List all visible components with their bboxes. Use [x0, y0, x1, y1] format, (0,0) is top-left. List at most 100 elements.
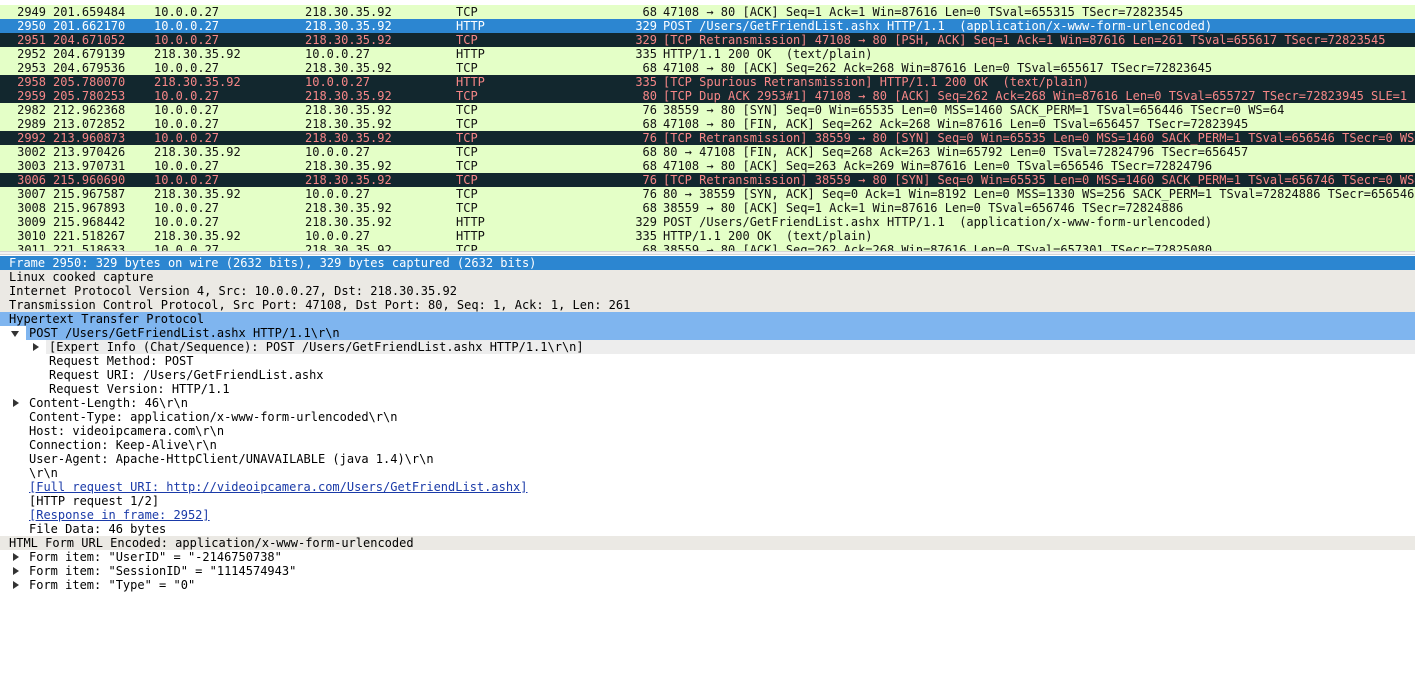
tree-item-content-type[interactable]: Content-Type: application/x-www-form-url… [0, 410, 1415, 424]
packet-info: 47108 → 80 [ACK] Seq=1 Ack=1 Win=87616 L… [663, 5, 1184, 19]
tree-item-label: Form item: "SessionID" = "1114574943" [29, 564, 297, 578]
packet-protocol: TCP [456, 33, 478, 47]
packet-time: 204.671052 [53, 33, 126, 47]
tree-item-connection[interactable]: Connection: Keep-Alive\r\n [0, 438, 1415, 452]
packet-row[interactable]: 3010 221.518267 218.30.35.92 10.0.0.27 HTTP 3… [0, 229, 1415, 243]
packet-length: 68 [642, 243, 657, 251]
tree-item-label: Frame 2950: 329 bytes on wire (2632 bits… [9, 256, 537, 270]
tree-item-ip[interactable]: Internet Protocol Version 4, Src: 10.0.0… [0, 284, 1415, 298]
packet-number: 3007 [17, 187, 46, 201]
chevron-right-icon[interactable] [9, 550, 21, 564]
packet-info: [TCP Spurious Retransmission] HTTP/1.1 2… [663, 75, 1090, 89]
packet-row[interactable]: 3002 213.970426 218.30.35.92 10.0.0.27 TCP 68… [0, 145, 1415, 159]
packet-protocol: TCP [456, 173, 478, 187]
packet-row[interactable]: 3003 213.970731 10.0.0.27 218.30.35.92 TCP 68… [0, 159, 1415, 173]
packet-time: 213.970426 [53, 145, 126, 159]
packet-info: POST /Users/GetFriendList.ashx HTTP/1.1 … [663, 19, 1213, 33]
packet-protocol: TCP [456, 117, 478, 131]
packet-length: 335 [635, 75, 657, 89]
tree-item-http[interactable]: Hypertext Transfer Protocol [0, 312, 1415, 326]
packet-row[interactable]: 2958 205.780070 218.30.35.92 10.0.0.27 HTTP 3… [0, 75, 1415, 89]
tree-item-full-uri[interactable]: [Full request URI: http://videoipcamera.… [0, 480, 1415, 494]
packet-length: 335 [635, 47, 657, 61]
chevron-right-icon[interactable] [9, 564, 21, 578]
packet-destination: 218.30.35.92 [305, 117, 392, 131]
packet-time: 215.968442 [53, 215, 126, 229]
response-in-frame-link[interactable]: [Response in frame: 2952] [29, 508, 210, 522]
tree-item-request-version[interactable]: Request Version: HTTP/1.1 [0, 382, 1415, 396]
packet-destination: 218.30.35.92 [305, 61, 392, 75]
packet-info: [TCP Retransmission] 47108 → 80 [PSH, AC… [663, 33, 1386, 47]
packet-row[interactable]: 3007 215.967587 218.30.35.92 10.0.0.27 TCP 76… [0, 187, 1415, 201]
tree-item-label: Connection: Keep-Alive\r\n [29, 438, 217, 452]
packet-info: HTTP/1.1 200 OK (text/plain) [663, 47, 873, 61]
packet-row[interactable]: 2989 213.072852 10.0.0.27 218.30.35.92 TCP 68… [0, 117, 1415, 131]
packet-length: 329 [635, 215, 657, 229]
tree-item-label: [HTTP request 1/2] [29, 494, 160, 508]
packet-number: 3010 [17, 229, 46, 243]
tree-item-label: Request Method: POST [49, 354, 194, 368]
full-request-uri-link[interactable]: [Full request URI: http://videoipcamera.… [29, 480, 528, 494]
tree-item-file-data[interactable]: File Data: 46 bytes [0, 522, 1415, 536]
packet-source: 10.0.0.27 [154, 159, 220, 173]
packet-protocol: HTTP [456, 19, 485, 33]
packet-row[interactable]: 3008 215.967893 10.0.0.27 218.30.35.92 TCP 68… [0, 201, 1415, 215]
packet-info: [TCP Dup ACK 2953#1] 47108 → 80 [ACK] Se… [663, 89, 1415, 103]
packet-length: 76 [642, 187, 657, 201]
packet-time: 221.518633 [53, 243, 126, 251]
tree-item-content-length[interactable]: Content-Length: 46\r\n [0, 396, 1415, 410]
pane-splitter[interactable] [0, 251, 1415, 255]
tree-item-linux-cooked[interactable]: Linux cooked capture [0, 270, 1415, 284]
packet-row[interactable]: 2953 204.679536 10.0.0.27 218.30.35.92 TCP 68… [0, 61, 1415, 75]
tree-item-request-line[interactable]: POST /Users/GetFriendList.ashx HTTP/1.1\… [0, 326, 1415, 340]
chevron-right-icon[interactable] [9, 396, 21, 410]
packet-source: 10.0.0.27 [154, 201, 220, 215]
packet-destination: 218.30.35.92 [305, 173, 392, 187]
packet-row[interactable]: 2992 213.960873 10.0.0.27 218.30.35.92 TCP 76… [0, 131, 1415, 145]
tree-item-form-sessionid[interactable]: Form item: "SessionID" = "1114574943" [0, 564, 1415, 578]
packet-row[interactable]: 3006 215.960690 10.0.0.27 218.30.35.92 TCP 76… [0, 173, 1415, 187]
packet-number: 3011 [17, 243, 46, 251]
packet-row[interactable]: 2951 204.671052 10.0.0.27 218.30.35.92 TCP 32… [0, 33, 1415, 47]
packet-list[interactable]: 2949 201.659484 10.0.0.27 218.30.35.92 TCP 68… [0, 0, 1415, 251]
tree-item-user-agent[interactable]: User-Agent: Apache-HttpClient/UNAVAILABL… [0, 452, 1415, 466]
packet-length: 335 [635, 229, 657, 243]
tree-item-form-userid[interactable]: Form item: "UserID" = "-2146750738" [0, 550, 1415, 564]
tree-item-host[interactable]: Host: videoipcamera.com\r\n [0, 424, 1415, 438]
tree-item-form-encoded[interactable]: HTML Form URL Encoded: application/x-www… [0, 536, 1415, 550]
packet-length: 329 [635, 19, 657, 33]
packet-row[interactable]: 2949 201.659484 10.0.0.27 218.30.35.92 TCP 68… [0, 5, 1415, 19]
tree-item-expert-info[interactable]: [Expert Info (Chat/Sequence): POST /User… [0, 340, 1415, 354]
tree-item-label: Host: videoipcamera.com\r\n [29, 424, 225, 438]
tree-item-frame[interactable]: Frame 2950: 329 bytes on wire (2632 bits… [0, 256, 1415, 270]
tree-item-tcp[interactable]: Transmission Control Protocol, Src Port:… [0, 298, 1415, 312]
packet-row[interactable]: 2982 212.962368 10.0.0.27 218.30.35.92 TCP 76… [0, 103, 1415, 117]
tree-item-form-type[interactable]: Form item: "Type" = "0" [0, 578, 1415, 592]
chevron-down-icon[interactable] [9, 326, 21, 340]
packet-source: 10.0.0.27 [154, 117, 220, 131]
chevron-right-icon[interactable] [29, 340, 41, 354]
tree-item-request-method[interactable]: Request Method: POST [0, 354, 1415, 368]
packet-time: 201.662170 [53, 19, 126, 33]
tree-item-label: Content-Length: 46\r\n [29, 396, 188, 410]
chevron-right-icon[interactable] [9, 578, 21, 592]
packet-info: 38559 → 80 [SYN] Seq=0 Win=65535 Len=0 M… [663, 103, 1285, 117]
packet-row[interactable]: 2950 201.662170 10.0.0.27 218.30.35.92 HTTP 3… [0, 19, 1415, 33]
packet-row[interactable]: 3009 215.968442 10.0.0.27 218.30.35.92 HTTP 3… [0, 215, 1415, 229]
packet-source: 218.30.35.92 [154, 145, 241, 159]
packet-row[interactable]: 2959 205.780253 10.0.0.27 218.30.35.92 TCP 80… [0, 89, 1415, 103]
tree-item-label: Form item: "Type" = "0" [29, 578, 196, 592]
tree-item-response-in-frame[interactable]: [Response in frame: 2952] [0, 508, 1415, 522]
tree-item-http-request[interactable]: [HTTP request 1/2] [0, 494, 1415, 508]
tree-item-crlf[interactable]: \r\n [0, 466, 1415, 480]
tree-item-label: [Expert Info (Chat/Sequence): POST /User… [46, 340, 1415, 354]
packet-destination: 218.30.35.92 [305, 5, 392, 19]
packet-length: 68 [642, 159, 657, 173]
packet-details-pane[interactable]: Frame 2950: 329 bytes on wire (2632 bits… [0, 256, 1415, 678]
packet-destination: 218.30.35.92 [305, 159, 392, 173]
tree-item-request-uri[interactable]: Request URI: /Users/GetFriendList.ashx [0, 368, 1415, 382]
packet-destination: 10.0.0.27 [305, 187, 371, 201]
packet-time: 205.780253 [53, 89, 126, 103]
packet-row[interactable]: 2952 204.679139 218.30.35.92 10.0.0.27 HTTP 3… [0, 47, 1415, 61]
packet-row[interactable]: 3011 221.518633 10.0.0.27 218.30.35.92 TCP 68… [0, 243, 1415, 251]
